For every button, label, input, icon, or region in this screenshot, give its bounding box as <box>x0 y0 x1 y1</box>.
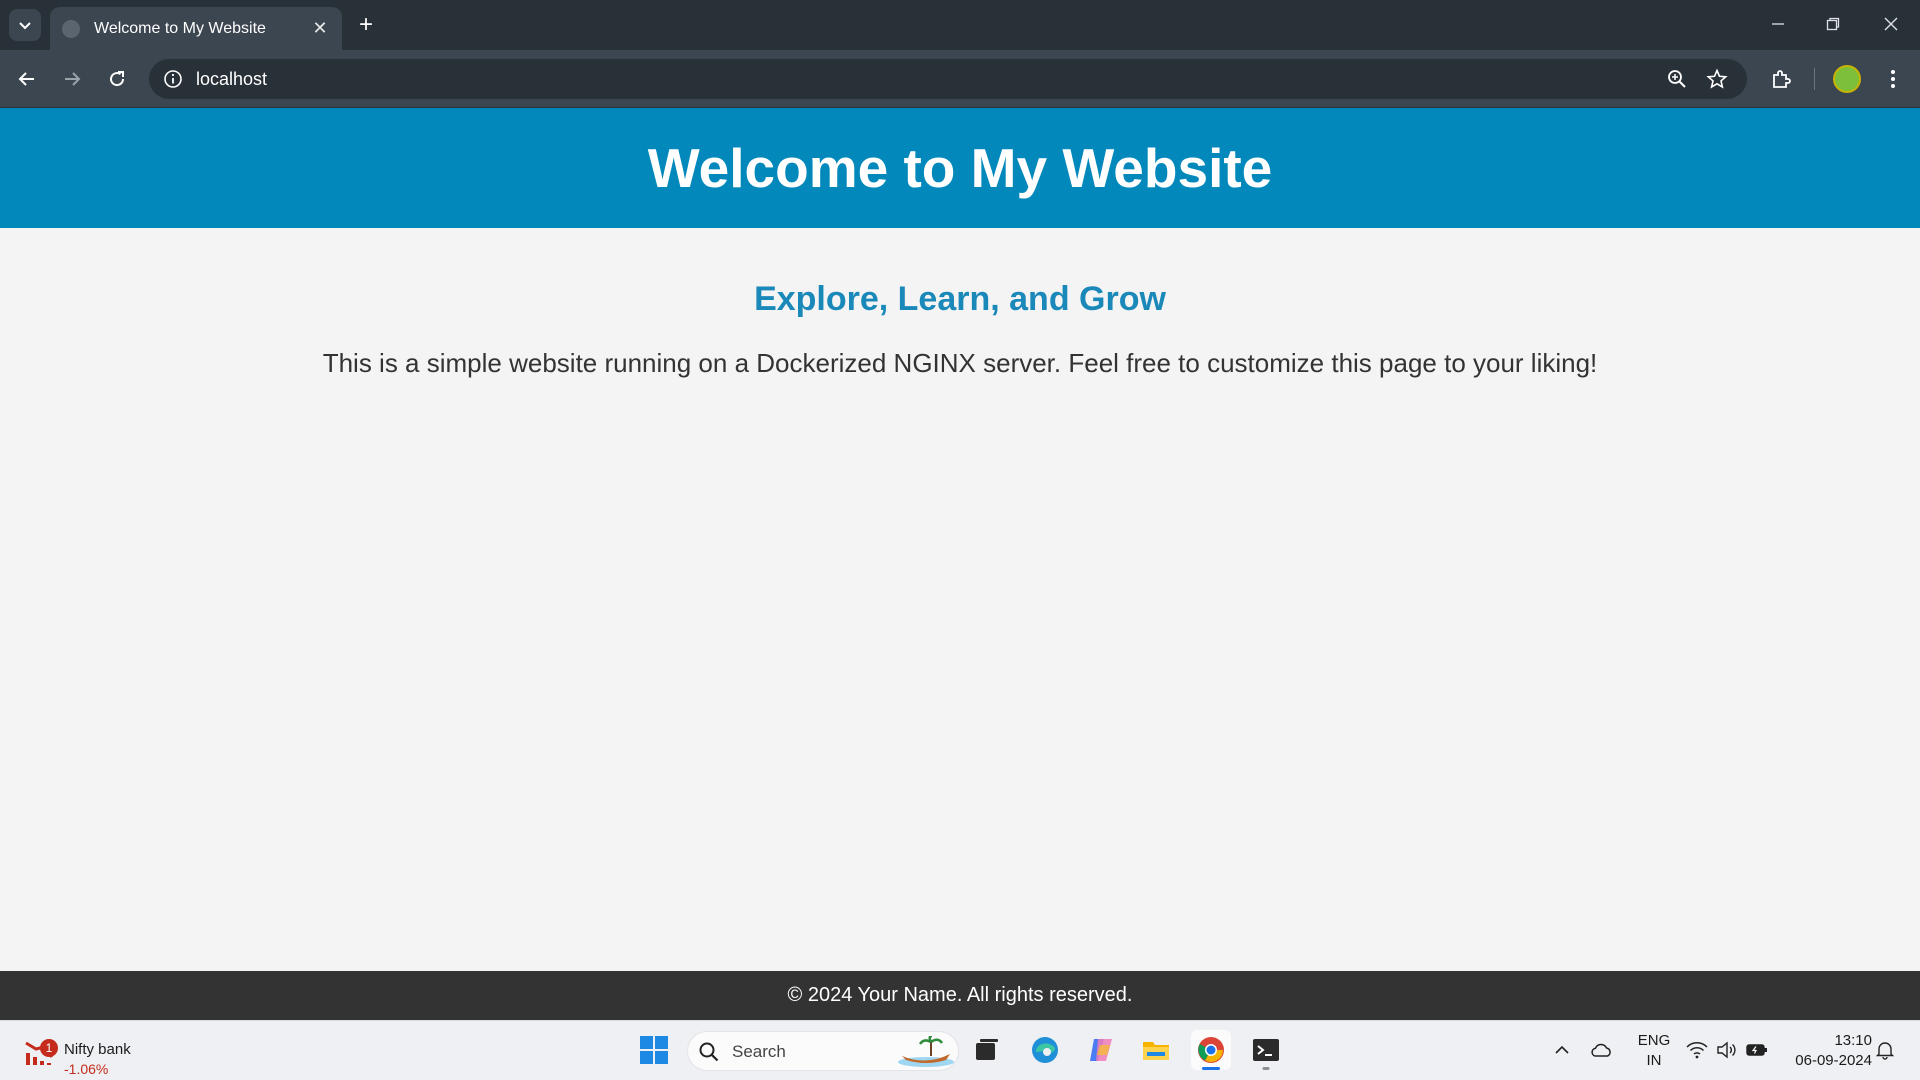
notifications-button[interactable] <box>1873 1038 1897 1062</box>
search-icon <box>699 1042 719 1062</box>
copilot-icon <box>1090 1039 1112 1061</box>
taskbar: 1 Nifty bank -1.06% <box>0 1020 1920 1080</box>
battery-button[interactable] <box>1745 1038 1769 1062</box>
minimize-button[interactable] <box>1756 8 1800 40</box>
tab-title: Welcome to My Website <box>94 19 266 37</box>
widget-title: Nifty bank <box>64 1041 131 1058</box>
reload-button[interactable] <box>102 64 132 94</box>
minimize-icon <box>1772 23 1784 25</box>
favicon-icon <box>62 19 80 38</box>
copilot-button[interactable] <box>1081 1030 1121 1070</box>
stock-widget[interactable]: 1 Nifty bank -1.06% <box>24 1031 154 1077</box>
notification-badge: 1 <box>40 1039 58 1057</box>
address-bar[interactable]: localhost <box>149 59 1747 99</box>
new-tab-button[interactable]: + <box>352 12 380 40</box>
kebab-menu-icon <box>1891 70 1895 88</box>
search-placeholder: Search <box>732 1042 786 1061</box>
chrome-icon <box>1198 1037 1224 1063</box>
region-code: IN <box>1646 1052 1662 1069</box>
task-view-button[interactable] <box>967 1030 1007 1070</box>
url-text[interactable]: localhost <box>196 69 267 90</box>
windows-start-icon <box>640 1036 668 1064</box>
chrome-button[interactable] <box>1191 1030 1231 1070</box>
section-heading: Explore, Learn, and Grow <box>754 280 1166 318</box>
onedrive-button[interactable] <box>1589 1038 1613 1062</box>
restore-button[interactable] <box>1811 8 1855 40</box>
volume-icon <box>1717 1041 1736 1059</box>
browser-tab[interactable]: Welcome to My Website ✕ <box>50 7 342 50</box>
forward-arrow-icon <box>65 72 81 86</box>
plus-icon: + <box>358 11 373 38</box>
info-icon[interactable] <box>163 69 183 89</box>
terminal-icon <box>1253 1039 1279 1061</box>
taskbar-search[interactable]: Search <box>687 1031 959 1071</box>
back-button[interactable] <box>12 64 42 94</box>
site-footer: © 2024 Your Name. All rights reserved. <box>0 971 1920 1020</box>
wifi-button[interactable] <box>1685 1038 1709 1062</box>
edge-icon <box>1032 1037 1058 1063</box>
volume-button[interactable] <box>1714 1038 1738 1062</box>
main-content: Explore, Learn, and Grow This is a simpl… <box>0 228 1920 971</box>
site-header: Welcome to My Website <box>0 108 1920 228</box>
back-arrow-icon <box>18 72 34 86</box>
reload-icon <box>110 71 125 87</box>
edge-button[interactable] <box>1025 1030 1065 1070</box>
system-clock[interactable]: 13:10 06-09-2024 <box>1780 1031 1872 1071</box>
star-icon[interactable] <box>1706 68 1728 90</box>
search-highlight-icon <box>898 1036 954 1067</box>
intro-paragraph: This is a simple website running on a Do… <box>322 348 1598 378</box>
start-button[interactable] <box>634 1030 674 1070</box>
restore-icon <box>1826 17 1840 31</box>
wifi-icon <box>1686 1042 1708 1059</box>
notification-bell-icon <box>1875 1042 1895 1060</box>
input-language[interactable]: ENG IN <box>1634 1031 1674 1071</box>
extensions-icon <box>1773 70 1791 88</box>
running-indicator <box>1262 1067 1270 1070</box>
task-view-icon <box>976 1039 998 1060</box>
file-explorer-icon <box>1143 1042 1169 1060</box>
toolbar-separator <box>1814 68 1815 90</box>
window-close-button[interactable] <box>1869 8 1913 40</box>
zoom-icon[interactable] <box>1666 68 1688 90</box>
battery-icon <box>1746 1044 1767 1056</box>
extensions-button[interactable] <box>1768 66 1794 92</box>
language-code: ENG <box>1637 1032 1671 1049</box>
tab-search-icon <box>19 22 31 30</box>
copyright-text: © 2024 Your Name. All rights reserved. <box>787 984 1133 1006</box>
browser-toolbar: localhost <box>0 50 1920 108</box>
browser-tab-strip: Welcome to My Website ✕ + <box>0 0 1920 50</box>
profile-avatar-icon[interactable] <box>1833 65 1861 93</box>
forward-button[interactable] <box>57 64 87 94</box>
active-indicator <box>1202 1067 1220 1070</box>
tab-search-button[interactable] <box>9 9 41 41</box>
file-explorer-button[interactable] <box>1136 1030 1176 1070</box>
clock-date: 06-09-2024 <box>1795 1052 1872 1069</box>
page-title: Welcome to My Website <box>647 137 1273 199</box>
window-close-icon <box>1884 17 1898 31</box>
show-hidden-icons-button[interactable] <box>1550 1038 1574 1062</box>
onedrive-icon <box>1591 1043 1611 1057</box>
terminal-button[interactable] <box>1246 1030 1286 1070</box>
widget-change: -1.06% <box>64 1061 109 1077</box>
clock-time: 13:10 <box>1834 1032 1872 1049</box>
close-icon[interactable]: ✕ <box>310 18 330 39</box>
chevron-up-icon <box>1555 1045 1569 1054</box>
browser-menu-button[interactable] <box>1880 66 1906 92</box>
